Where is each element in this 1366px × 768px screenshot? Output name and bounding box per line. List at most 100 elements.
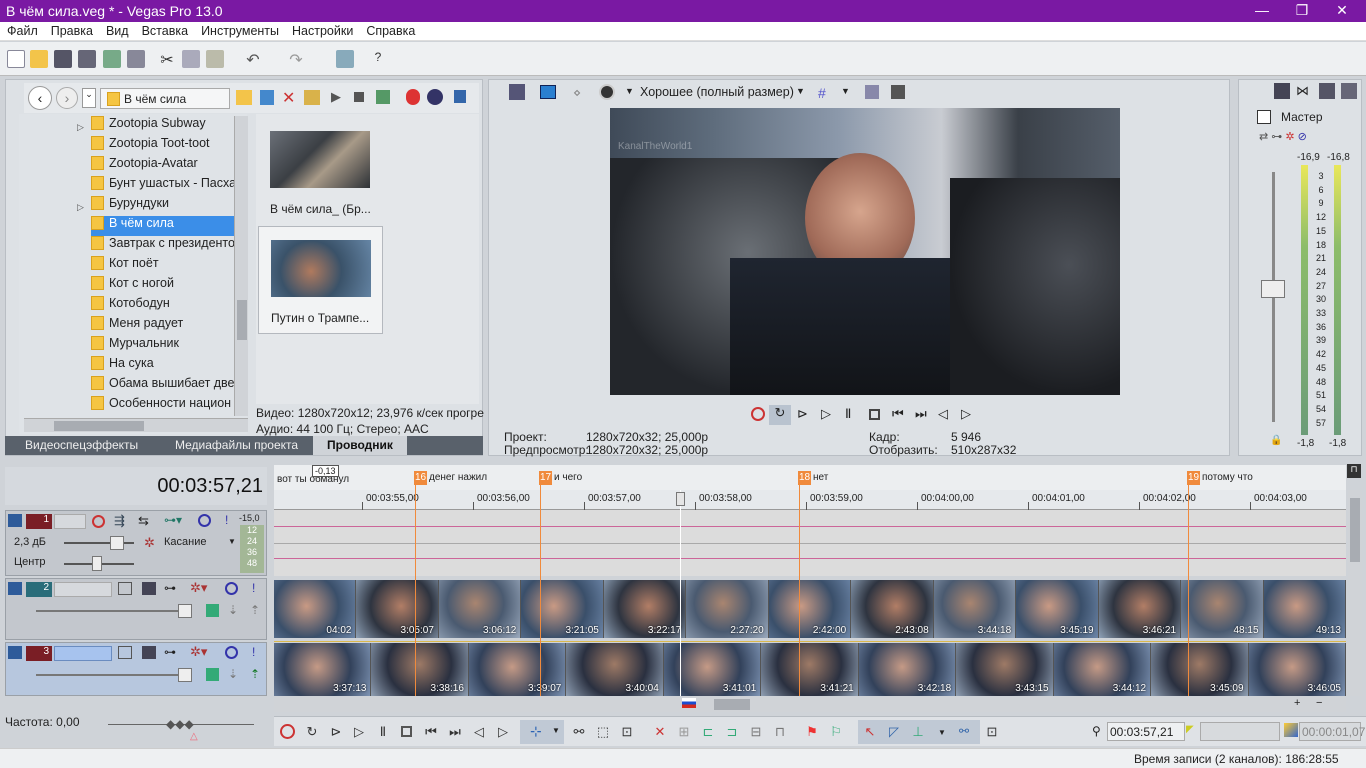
loop-icon[interactable]: ↻ bbox=[304, 724, 320, 740]
video-clip-thumbnail[interactable]: 49:13 bbox=[1263, 580, 1345, 638]
back-icon[interactable]: ‹ bbox=[28, 86, 52, 110]
compositor-icon[interactable] bbox=[206, 668, 219, 681]
mixer-props-icon[interactable] bbox=[1274, 83, 1290, 99]
mute-icon[interactable]: ⊘ bbox=[1298, 131, 1307, 143]
dim-icon[interactable] bbox=[1319, 83, 1335, 99]
dropdown-icon[interactable]: ⌄ bbox=[82, 88, 96, 108]
video-clip-thumbnail[interactable]: 3:21:05 bbox=[521, 580, 603, 638]
mixer-menu-icon[interactable] bbox=[1341, 83, 1357, 99]
gear-icon[interactable]: ✲▾ bbox=[190, 580, 207, 596]
video-clip-thumbnail[interactable]: 2:27:20 bbox=[686, 580, 768, 638]
close-button[interactable]: ✕ bbox=[1322, 0, 1362, 22]
trim-start-icon[interactable]: ⊏ bbox=[700, 724, 716, 740]
menu-options[interactable]: Настройки bbox=[285, 22, 359, 38]
snap-icon[interactable]: ↖ bbox=[862, 724, 878, 740]
folder-item[interactable]: Zootopia-Avatar bbox=[91, 156, 241, 176]
composite-icon[interactable]: ⊶ bbox=[164, 581, 176, 595]
automation-mode[interactable]: Касание bbox=[164, 536, 206, 548]
chevron-down-icon[interactable]: ▼ bbox=[625, 86, 634, 96]
video-clip-thumbnail[interactable]: 3:41:01 bbox=[663, 643, 761, 696]
video-clip-thumbnail[interactable]: 3:22:17 bbox=[603, 580, 686, 638]
tab-project-media[interactable]: Медиафайлы проекта bbox=[175, 438, 298, 452]
folder-item[interactable]: Zootopia Subway bbox=[91, 116, 241, 136]
render-icon[interactable] bbox=[103, 50, 121, 68]
bus-fx-icon[interactable]: ✲ bbox=[1285, 131, 1294, 143]
tab-video-fx[interactable]: Видеоспецэффекты bbox=[25, 438, 138, 452]
folder-item[interactable]: Особенности национ bbox=[91, 396, 241, 416]
lock-envelopes-button[interactable]: ⚯ bbox=[954, 720, 980, 744]
save-snapshot-icon[interactable] bbox=[891, 85, 905, 99]
file-name[interactable]: Путин о Трампе... bbox=[271, 311, 369, 325]
video-clip-thumbnail[interactable]: 3:05:07 bbox=[356, 580, 438, 638]
arm-record-icon[interactable] bbox=[92, 515, 105, 528]
automation-icon[interactable]: ⊶▾ bbox=[164, 513, 182, 527]
path-field[interactable]: В чём сила bbox=[100, 88, 230, 109]
overlays-icon[interactable]: # bbox=[818, 85, 826, 101]
play-icon[interactable]: ▷ bbox=[821, 406, 831, 422]
parent-track-icon[interactable]: ⇡ bbox=[250, 603, 260, 617]
video-clip-thumbnail[interactable]: 48:15 bbox=[1181, 580, 1263, 638]
preview-quality[interactable]: Хорошее (полный размер) bbox=[640, 85, 794, 99]
timeline-hscrollbar[interactable]: + − bbox=[274, 697, 1346, 712]
delete-icon[interactable]: ✕ bbox=[652, 724, 668, 740]
help-icon[interactable]: ? bbox=[369, 50, 387, 68]
copy-snapshot-icon[interactable] bbox=[865, 85, 879, 99]
scroll-thumb[interactable] bbox=[237, 300, 247, 340]
track-name-field[interactable] bbox=[54, 646, 112, 661]
tree-scrollbar[interactable] bbox=[234, 116, 248, 416]
cursor-time-field[interactable]: 00:03:57,21 bbox=[1107, 722, 1185, 741]
track-fx-icon[interactable]: ⇆ bbox=[138, 513, 149, 529]
opacity-thumb[interactable] bbox=[178, 668, 192, 682]
folder-item[interactable]: Кот с ногой bbox=[91, 276, 241, 296]
video-clip-thumbnail[interactable]: 3:40:04 bbox=[566, 643, 663, 696]
stop-icon[interactable] bbox=[869, 409, 880, 420]
invert-phase-icon[interactable]: ⇶ bbox=[114, 513, 125, 529]
save-icon[interactable] bbox=[54, 50, 72, 68]
video-clip-thumbnail[interactable]: 3:41:21 bbox=[761, 643, 858, 696]
pause-icon[interactable]: Ⅱ bbox=[375, 724, 391, 740]
menu-edit[interactable]: Правка bbox=[44, 22, 99, 38]
go-end-icon[interactable]: ⏭ bbox=[447, 724, 463, 740]
preview-props-icon[interactable] bbox=[509, 84, 525, 100]
playhead-line[interactable] bbox=[680, 490, 681, 696]
folder-item[interactable]: Обама вышибает двер bbox=[91, 376, 241, 396]
video-clip-thumbnail[interactable]: 3:06:12 bbox=[438, 580, 521, 638]
compositor-icon[interactable] bbox=[206, 604, 219, 617]
folder-item[interactable]: Zootopia Toot-toot bbox=[91, 136, 241, 156]
gear-icon[interactable]: ✲▾ bbox=[190, 644, 207, 660]
folder-item[interactable]: Мурчальник bbox=[91, 336, 241, 356]
video-clip-thumbnail[interactable]: 04:02 bbox=[274, 580, 356, 638]
mute-icon[interactable] bbox=[225, 582, 238, 595]
menu-file[interactable]: Файл bbox=[0, 22, 44, 38]
parent-track-icon[interactable]: ⇡ bbox=[250, 667, 260, 681]
pan-icon[interactable]: ⊶ bbox=[1271, 131, 1282, 143]
views-icon[interactable] bbox=[454, 90, 466, 103]
play-from-start-icon[interactable]: ⊳ bbox=[328, 724, 344, 740]
play-preview-icon[interactable]: ▶ bbox=[331, 89, 341, 105]
track-name-field[interactable] bbox=[54, 514, 86, 529]
trim-icon[interactable]: ⊞ bbox=[676, 724, 692, 740]
tree-hscrollbar[interactable] bbox=[24, 418, 248, 432]
cut-icon[interactable]: ✂ bbox=[158, 50, 176, 69]
chevron-down-icon[interactable]: ▼ bbox=[228, 537, 236, 546]
region-icon[interactable]: ⚐ bbox=[828, 724, 844, 740]
timeline-vscrollbar[interactable] bbox=[1348, 490, 1362, 696]
video-clip-thumbnail[interactable]: 2:42:00 bbox=[768, 580, 851, 638]
downmix-icon[interactable]: ⋈ bbox=[1296, 83, 1309, 99]
record-icon[interactable] bbox=[280, 724, 295, 739]
solo-icon[interactable]: ! bbox=[225, 513, 228, 527]
external-monitor-icon[interactable] bbox=[540, 85, 556, 99]
video-clip-thumbnail[interactable]: 3:45:09 bbox=[1151, 643, 1248, 696]
next-frame-icon[interactable]: ▷ bbox=[495, 724, 511, 740]
auto-preview-icon[interactable] bbox=[376, 90, 390, 104]
file-item-selected[interactable]: Путин о Трампе... bbox=[258, 226, 383, 334]
composite-icon[interactable]: ⊶ bbox=[164, 645, 176, 659]
video-clip-thumbnail[interactable]: 3:46:21 bbox=[1098, 580, 1181, 638]
mute-icon[interactable] bbox=[225, 646, 238, 659]
selection-length-field[interactable]: 00:00:01,07 bbox=[1299, 722, 1365, 741]
track-fx-icon[interactable] bbox=[142, 582, 156, 595]
folder-item[interactable]: Бурундуки bbox=[91, 196, 241, 216]
file-name[interactable]: В чём сила_ (Бр... bbox=[270, 202, 371, 216]
rate-thumb[interactable]: ◆◆◆ bbox=[166, 717, 194, 731]
auto-crossfade-icon[interactable]: ◸ bbox=[886, 724, 902, 740]
